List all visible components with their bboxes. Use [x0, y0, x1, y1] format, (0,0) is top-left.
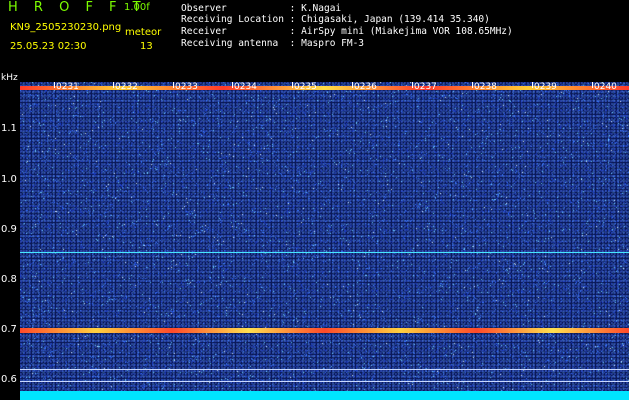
observer-info: Observer : K.Nagai [181, 3, 342, 14]
time-tick [292, 82, 293, 88]
time-tick [173, 82, 174, 88]
time-tick [232, 82, 233, 88]
y-tick-label: 0.8 [1, 274, 17, 285]
meteor-label: meteor [125, 27, 162, 38]
noise-baseline [20, 391, 629, 400]
time-label: 0239 [534, 82, 557, 92]
signal-line-0-62 [20, 369, 629, 370]
signal-line-0-85 [20, 252, 629, 253]
unit-label: kHz [1, 73, 18, 83]
time-label: 0234 [234, 82, 257, 92]
time-label: 0236 [354, 82, 377, 92]
antenna-info: Receiving antenna : Maspro FM-3 [181, 38, 365, 49]
spectrogram: 0231 0232 0233 0234 0235 0236 0237 0238 … [20, 82, 629, 400]
time-tick [352, 82, 353, 88]
time-label: 0237 [414, 82, 437, 92]
time-label: 0240 [594, 82, 617, 92]
time-label: 0231 [56, 82, 79, 92]
spectrogram-noise [20, 82, 629, 400]
time-label: 0238 [474, 82, 497, 92]
hrofft-window: { "header": { "app_title": "H R O F F T"… [0, 0, 629, 400]
time-tick [472, 82, 473, 88]
y-tick-label: 0.6 [1, 374, 17, 385]
receiver-info: Receiver : AirSpy mini (Miakejima VOR 10… [181, 26, 513, 37]
time-tick [532, 82, 533, 88]
time-axis: 0231 0232 0233 0234 0235 0236 0237 0238 … [20, 82, 629, 92]
datetime-label: 25.05.23 02:30 [10, 41, 87, 52]
time-label: 0232 [115, 82, 138, 92]
signal-line-0-70 [20, 328, 629, 333]
filename-label: KN9_2505230230.png [10, 22, 122, 33]
time-tick [113, 82, 114, 88]
time-tick [54, 82, 55, 88]
time-label: 0233 [175, 82, 198, 92]
time-tick [412, 82, 413, 88]
y-tick-label: 0.7 [1, 324, 17, 335]
y-tick-label: 0.9 [1, 224, 17, 235]
time-label: 0235 [294, 82, 317, 92]
meteor-count: 13 [140, 41, 153, 52]
y-tick-label: 1.1 [1, 123, 17, 134]
y-tick-label: 1.0 [1, 174, 17, 185]
location-info: Receiving Location : Chigasaki, Japan (1… [181, 14, 490, 25]
signal-line-0-59 [20, 381, 629, 382]
time-tick [592, 82, 593, 88]
version-label: 1.00f [124, 2, 150, 13]
